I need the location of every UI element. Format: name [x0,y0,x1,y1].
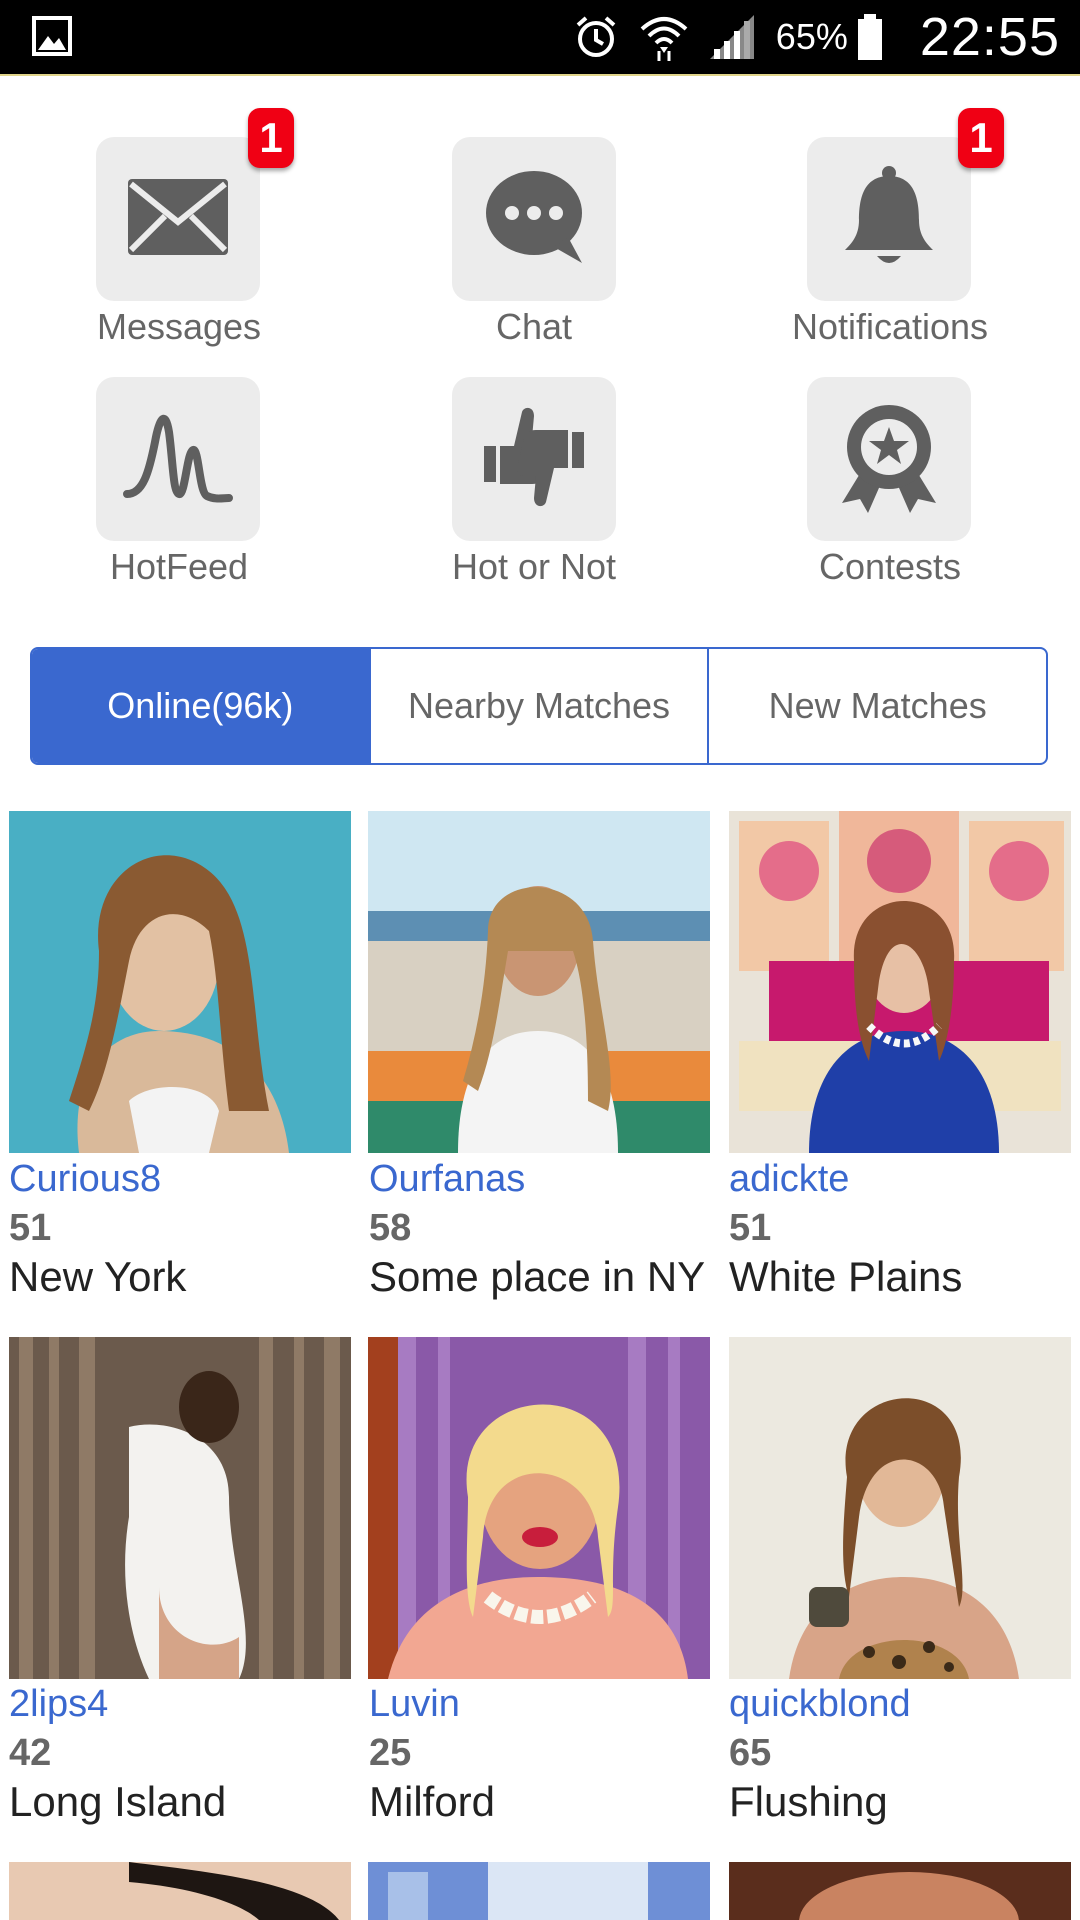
contests-label: Contests [818,546,962,587]
wifi-icon [638,11,690,63]
chat-bubble-icon [482,167,586,272]
profile-age: 65 [729,1732,772,1774]
tab-nearby-matches[interactable]: Nearby Matches [368,649,708,763]
profile-age: 51 [729,1207,772,1249]
award-ribbon-icon [834,401,944,518]
alarm-icon [572,13,620,61]
hot-or-not-button[interactable] [452,377,616,541]
status-bar: 65% 22:55 [0,0,1080,76]
profile-name[interactable]: adickte [729,1158,849,1201]
profile-photo[interactable] [368,1862,710,1920]
profile-city: New York [9,1253,187,1300]
profile-photo[interactable] [729,811,1071,1153]
chat-button[interactable] [452,137,616,301]
signal-icon [708,13,758,61]
battery-percent: 65% [775,16,848,57]
gallery-icon [32,16,72,56]
profile-photo[interactable] [729,1337,1071,1679]
match-tabs: Online(96k) Nearby Matches New Matches [30,647,1048,765]
pulse-icon [123,402,233,517]
profile-city: Some place in NY [369,1253,706,1300]
profile-city: Long Island [9,1778,227,1825]
profile-age: 42 [9,1732,52,1774]
profile-age: 25 [369,1732,412,1774]
bell-icon [841,164,937,275]
profile-name[interactable]: 2lips4 [9,1683,108,1726]
profile-city: White Plains [729,1253,963,1300]
profile-name[interactable]: Luvin [369,1683,460,1726]
profile-name[interactable]: Ourfanas [369,1158,525,1201]
contests-button[interactable] [807,377,971,541]
messages-button[interactable] [96,137,260,301]
tab-online[interactable]: Online(96k) [32,649,369,763]
profile-age: 51 [9,1207,52,1249]
messages-label: Messages [96,306,262,347]
profile-photo[interactable] [9,811,351,1153]
profile-photo[interactable] [9,1337,351,1679]
profile-photo[interactable] [729,1862,1071,1920]
battery-icon [856,12,884,62]
profile-age: 58 [369,1207,412,1249]
messages-badge: 1 [248,108,294,168]
hotfeed-button[interactable] [96,377,260,541]
profile-city: Milford [369,1778,496,1825]
tab-new-matches[interactable]: New Matches [707,649,1046,763]
hotfeed-label: HotFeed [109,546,249,587]
hot-or-not-label: Hot or Not [451,546,617,587]
profile-photo[interactable] [9,1862,351,1920]
profile-photo[interactable] [368,811,710,1153]
profile-name[interactable]: Curious8 [9,1158,161,1201]
notifications-button[interactable] [807,137,971,301]
profile-name[interactable]: quickblond [729,1683,911,1726]
notifications-label: Notifications [791,306,989,347]
chat-label: Chat [495,306,573,347]
notifications-badge: 1 [958,108,1004,168]
clock: 22:55 [919,7,1060,67]
profile-photo[interactable] [368,1337,710,1679]
profile-city: Flushing [729,1778,888,1825]
envelope-icon [125,176,231,263]
thumbs-icon [478,402,590,517]
